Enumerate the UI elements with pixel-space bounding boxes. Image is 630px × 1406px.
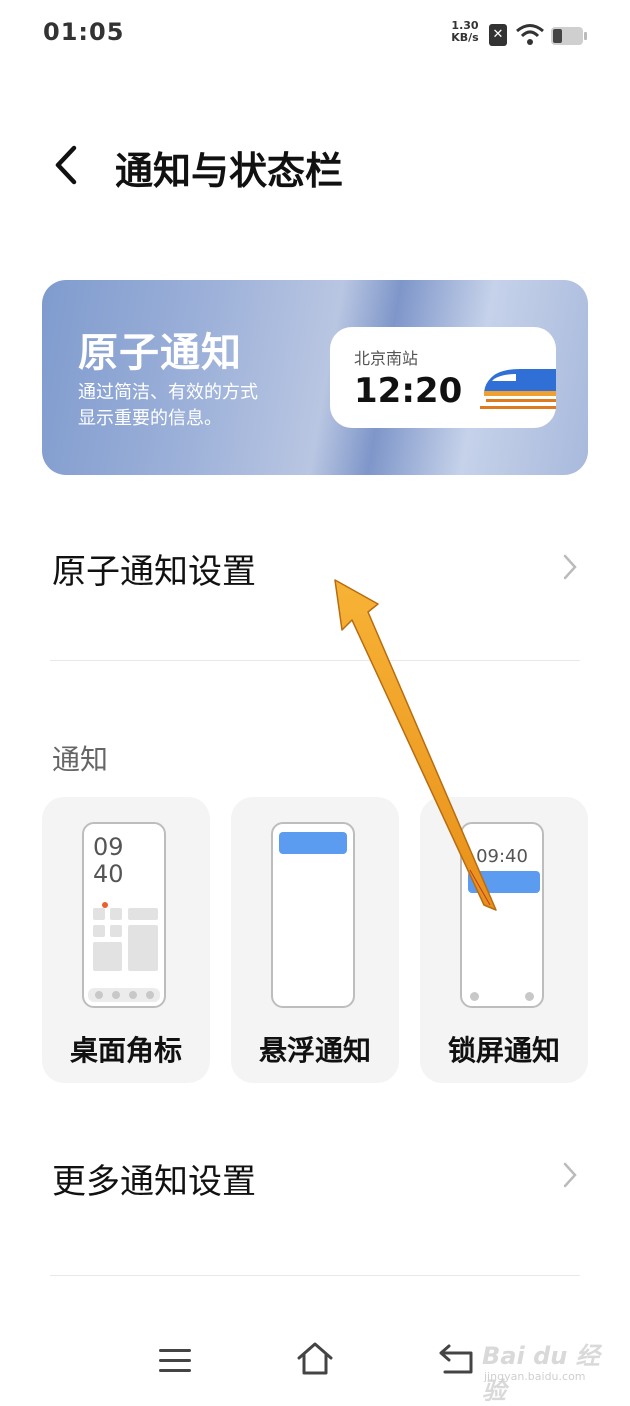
status-time: 01:05 [43,18,125,46]
preview-time: 09 40 [93,833,124,888]
wifi-icon [516,24,544,45]
banner-desc-line1: 通过简洁、有效的方式 [78,382,258,403]
lockscreen-notification-label: 锁屏通知 [447,1034,560,1067]
floating-notification-label: 悬浮通知 [258,1034,371,1067]
badge-preview-phone: 09 40 [82,822,166,1008]
lockscreen-banner-preview [468,871,540,893]
badge-style-label: 桌面角标 [69,1034,182,1067]
divider [50,660,580,661]
atomic-settings-label: 原子通知设置 [52,552,256,592]
preview-time: 09:40 [476,846,528,867]
back-chevron-icon[interactable] [46,140,90,190]
atomic-notification-settings-row[interactable]: 原子通知设置 [50,540,580,600]
more-settings-label: 更多通知设置 [52,1162,256,1202]
card-station: 北京南站 [354,349,419,368]
back-icon[interactable] [437,1342,475,1376]
chevron-right-icon [563,554,577,580]
floating-preview-phone [271,822,355,1008]
watermark-url: jingyan.baidu.com [484,1370,586,1383]
banner-title: 原子通知 [78,330,242,376]
floating-notification-card[interactable]: 悬浮通知 [231,797,399,1083]
home-icon[interactable] [295,1340,335,1378]
banner-desc-line2: 显示重要的信息。 [78,408,222,429]
floating-banner-preview [279,832,347,854]
section-header-notification: 通知 [52,743,109,776]
menu-icon[interactable] [158,1346,192,1376]
net-speed-unit: KB/s [451,31,479,44]
train-icon [480,369,556,409]
divider [50,1275,580,1276]
network-speed: 1.30 KB/s [447,20,483,44]
baidu-watermark: Bai du 经验 jingyan.baidu.com [480,1330,620,1405]
lockscreen-preview-phone: 09:40 [460,822,544,1008]
sim-off-icon: ✕ [489,24,507,46]
battery-low-icon [551,27,587,45]
badge-style-card[interactable]: 09 40 桌面角标 [42,797,210,1083]
banner-description: 通过简洁、有效的方式 显示重要的信息。 [78,380,318,432]
more-notification-settings-row[interactable]: 更多通知设置 [50,1146,580,1206]
chevron-right-icon [563,1162,577,1188]
card-time: 12:20 [354,371,463,411]
banner-sample-card: 北京南站 12:20 [330,327,556,428]
lockscreen-notification-card[interactable]: 09:40 锁屏通知 [420,797,588,1083]
page-title: 通知与状态栏 [115,149,344,193]
atomic-notification-banner: 原子通知 通过简洁、有效的方式 显示重要的信息。 北京南站 12:20 [42,280,588,475]
